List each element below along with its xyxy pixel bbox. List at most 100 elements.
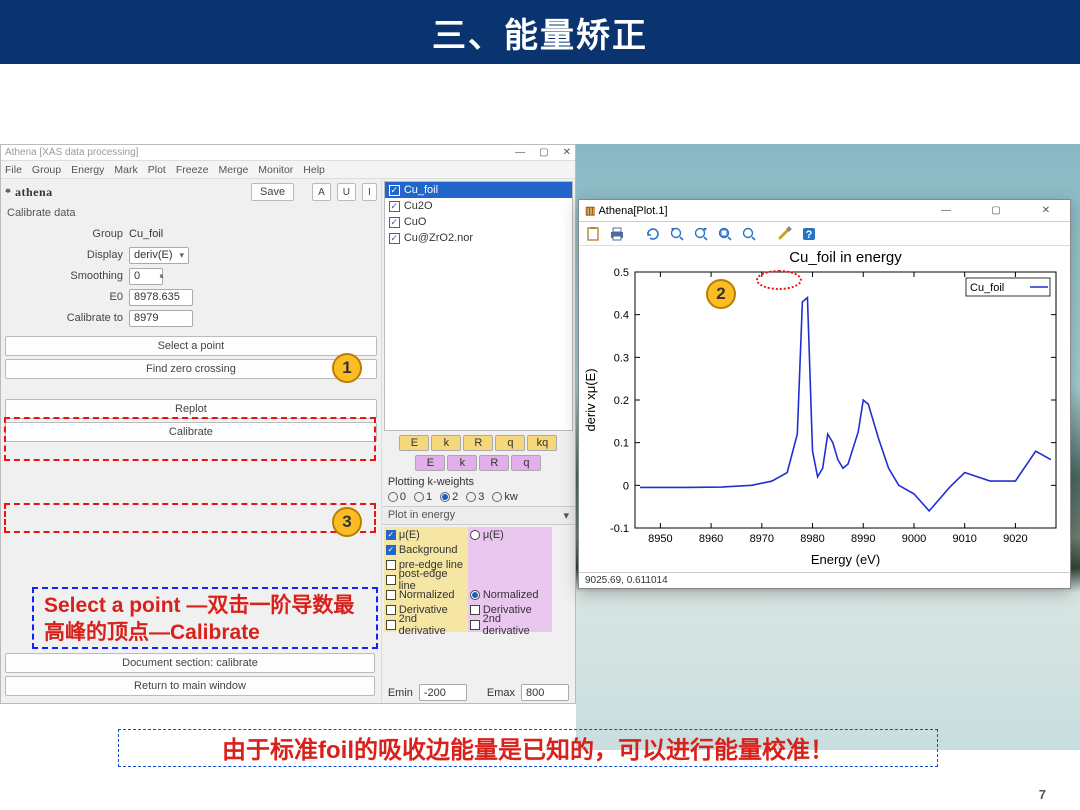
settings-icon[interactable] bbox=[777, 226, 793, 242]
space2-q[interactable]: q bbox=[511, 455, 541, 471]
plot-maximize-icon[interactable]: ▢ bbox=[978, 205, 1014, 216]
callout-3: 3 bbox=[332, 507, 362, 537]
A-button[interactable]: A bbox=[312, 183, 331, 201]
callout-2: 2 bbox=[706, 279, 736, 309]
menu-merge[interactable]: Merge bbox=[219, 164, 249, 176]
svg-text:8960: 8960 bbox=[699, 533, 723, 545]
pe-background[interactable]: ✓Background bbox=[384, 542, 468, 557]
emin-input[interactable]: -200 bbox=[419, 684, 467, 701]
document-section-button[interactable]: Document section: calibrate bbox=[5, 653, 375, 673]
emin-label: Emin bbox=[388, 687, 413, 699]
svg-text:0.4: 0.4 bbox=[614, 310, 629, 322]
athena-window-title: Athena [XAS data processing] bbox=[5, 147, 138, 158]
maximize-icon[interactable]: ▢ bbox=[539, 147, 548, 158]
find-zero-crossing-button[interactable]: Find zero crossing bbox=[5, 359, 377, 379]
replot-button[interactable]: Replot bbox=[5, 399, 377, 419]
menu-group[interactable]: Group bbox=[32, 164, 61, 176]
save-button[interactable]: Save bbox=[251, 183, 294, 201]
kw-2[interactable]: 2 bbox=[440, 491, 458, 503]
kweights-label: Plotting k-weights bbox=[388, 476, 474, 488]
plot-in-energy-header[interactable]: Plot in energy▾ bbox=[382, 506, 575, 525]
minimize-icon[interactable]: — bbox=[515, 147, 525, 158]
svg-text:Cu_foil: Cu_foil bbox=[970, 282, 1004, 294]
plot-space-row2: E k R q bbox=[382, 453, 575, 473]
menu-plot[interactable]: Plot bbox=[148, 164, 166, 176]
note-text: Select a point —双击一阶导数最高峰的顶点—Calibrate bbox=[44, 592, 374, 647]
zoom-region-icon[interactable] bbox=[741, 226, 757, 242]
zoom-fit-icon[interactable] bbox=[717, 226, 733, 242]
menu-file[interactable]: File bbox=[5, 164, 22, 176]
pe2-normalized[interactable]: Normalized bbox=[468, 587, 552, 602]
menu-freeze[interactable]: Freeze bbox=[176, 164, 209, 176]
help-icon[interactable]: ? bbox=[801, 226, 817, 242]
pe2-2ndderiv[interactable]: 2nd derivative bbox=[468, 617, 552, 632]
chart-canvas[interactable]: 89508960897089808990900090109020-0.100.1… bbox=[579, 246, 1070, 572]
zoom-fwd-icon[interactable] bbox=[693, 226, 709, 242]
space-k[interactable]: k bbox=[431, 435, 461, 451]
calibrate-to-input[interactable]: 8979 bbox=[129, 310, 193, 327]
slide-title: 三、能量矫正 bbox=[432, 8, 648, 57]
pe-postedge[interactable]: post-edge line bbox=[384, 572, 468, 587]
e0-input[interactable]: 8978.635 bbox=[129, 289, 193, 306]
menu-mark[interactable]: Mark bbox=[114, 164, 137, 176]
refresh-icon[interactable] bbox=[645, 226, 661, 242]
group-item-cuzro2[interactable]: ✓Cu@ZrO2.nor bbox=[385, 230, 572, 246]
smoothing-input[interactable]: 0 bbox=[129, 268, 163, 285]
plot-close-icon[interactable]: ✕ bbox=[1028, 205, 1064, 216]
group-label: Group bbox=[65, 228, 129, 240]
menu-energy[interactable]: Energy bbox=[71, 164, 104, 176]
window-controls: — ▢ ✕ bbox=[515, 147, 571, 158]
athena-brand: * athena bbox=[5, 185, 53, 200]
close-icon[interactable]: ✕ bbox=[563, 147, 571, 158]
plot-titlebar[interactable]: ▥ Athena[Plot.1] — ▢ ✕ bbox=[579, 200, 1070, 222]
space2-k[interactable]: k bbox=[447, 455, 477, 471]
I-button[interactable]: I bbox=[362, 183, 377, 201]
plot-minimize-icon[interactable]: — bbox=[928, 205, 964, 216]
emax-label: Emax bbox=[487, 687, 515, 699]
zoom-back-icon[interactable] bbox=[669, 226, 685, 242]
slide-body: Athena [XAS data processing] — ▢ ✕ File … bbox=[0, 64, 1080, 810]
space-kq[interactable]: kq bbox=[527, 435, 557, 451]
athena-right-pane: ✓Cu_foil ✓Cu2O ✓CuO ✓Cu@ZrO2.nor E k R q… bbox=[381, 179, 575, 703]
space-R[interactable]: R bbox=[463, 435, 493, 451]
pe-normalized[interactable]: Normalized bbox=[384, 587, 468, 602]
group-item-cu2o[interactable]: ✓Cu2O bbox=[385, 198, 572, 214]
kw-3[interactable]: 3 bbox=[466, 491, 484, 503]
emin-emax-row: Emin -200 Emax 800 bbox=[382, 682, 575, 703]
kw-0[interactable]: 0 bbox=[388, 491, 406, 503]
emax-input[interactable]: 800 bbox=[521, 684, 569, 701]
athena-titlebar[interactable]: Athena [XAS data processing] — ▢ ✕ bbox=[1, 145, 575, 161]
display-select[interactable]: deriv(E) bbox=[129, 247, 189, 264]
return-to-main-button[interactable]: Return to main window bbox=[5, 676, 375, 696]
plot-window-title: Athena[Plot.1] bbox=[598, 205, 667, 217]
svg-text:Energy (eV): Energy (eV) bbox=[811, 552, 880, 567]
svg-text:9000: 9000 bbox=[902, 533, 926, 545]
pe-2ndderiv[interactable]: 2nd derivative bbox=[384, 617, 468, 632]
menu-monitor[interactable]: Monitor bbox=[258, 164, 293, 176]
slide-title-bar: 三、能量矫正 bbox=[0, 0, 1080, 64]
svg-text:8990: 8990 bbox=[851, 533, 875, 545]
group-list[interactable]: ✓Cu_foil ✓Cu2O ✓CuO ✓Cu@ZrO2.nor bbox=[384, 181, 573, 431]
svg-text:0.2: 0.2 bbox=[614, 395, 629, 407]
callout-1: 1 bbox=[332, 353, 362, 383]
pe-muE[interactable]: ✓μ(E) bbox=[384, 527, 468, 542]
bottom-buttons: Document section: calibrate Return to ma… bbox=[5, 650, 375, 699]
footnote-text: 由于标准foil的吸收边能量是已知的，可以进行能量校准！ bbox=[118, 730, 938, 765]
U-button[interactable]: U bbox=[337, 183, 356, 201]
group-item-cu-foil[interactable]: ✓Cu_foil bbox=[385, 182, 572, 198]
group-item-cuo[interactable]: ✓CuO bbox=[385, 214, 572, 230]
menu-help[interactable]: Help bbox=[303, 164, 325, 176]
calibrate-to-label: Calibrate to bbox=[65, 312, 129, 324]
clipboard-icon[interactable] bbox=[585, 226, 601, 242]
space-q[interactable]: q bbox=[495, 435, 525, 451]
space2-E[interactable]: E bbox=[415, 455, 445, 471]
pe2-muE[interactable]: μ(E) bbox=[468, 527, 552, 542]
kw-1[interactable]: 1 bbox=[414, 491, 432, 503]
space2-R[interactable]: R bbox=[479, 455, 509, 471]
select-a-point-button[interactable]: Select a point bbox=[5, 336, 377, 356]
calibrate-button[interactable]: Calibrate bbox=[5, 422, 377, 442]
kw-kw[interactable]: kw bbox=[492, 491, 517, 503]
print-icon[interactable] bbox=[609, 226, 625, 242]
space-E[interactable]: E bbox=[399, 435, 429, 451]
display-label: Display bbox=[65, 249, 129, 261]
